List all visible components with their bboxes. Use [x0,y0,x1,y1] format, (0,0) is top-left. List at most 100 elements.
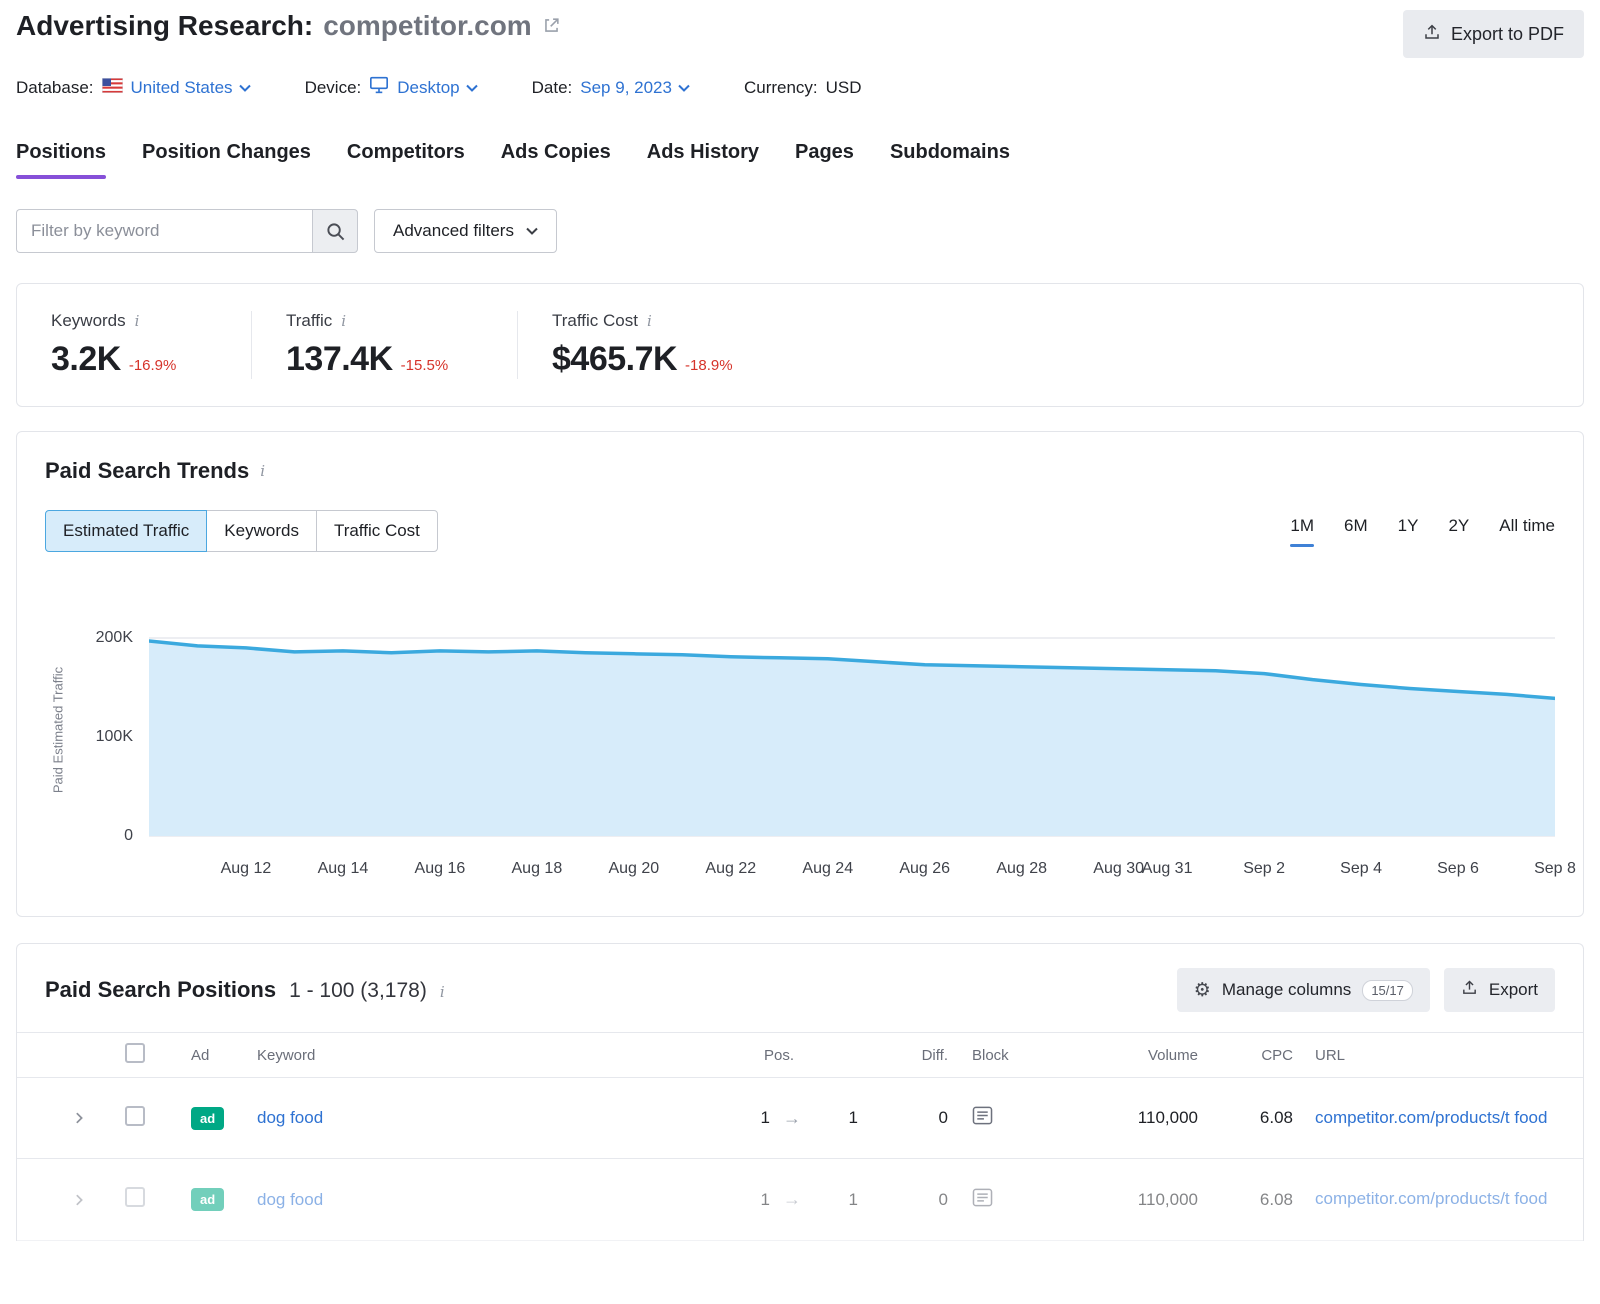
range-1y[interactable]: 1Y [1398,516,1419,547]
page-title: Advertising Research: competitor.com [16,10,561,42]
range-6m[interactable]: 6M [1344,516,1368,547]
date-value: Sep 9, 2023 [580,78,672,98]
positions-title: Paid Search Positions [45,977,276,1003]
time-range-group: 1M 6M 1Y 2Y All time [1290,516,1555,547]
topbar: Advertising Research: competitor.com Exp… [16,10,1584,58]
arrow-right-icon: → [770,1108,814,1129]
row-checkbox[interactable] [125,1187,145,1207]
tab-ads-history[interactable]: Ads History [647,141,759,179]
tab-ads-copies[interactable]: Ads Copies [501,141,611,179]
row-expand-chevron-icon[interactable] [47,1193,111,1207]
block-ad-icon[interactable] [972,1106,993,1125]
position-to: 1 [814,1108,858,1128]
stat-traffic-value: 137.4K [286,340,393,379]
advertising-research-page: Advertising Research: competitor.com Exp… [0,0,1600,1304]
manage-columns-label: Manage columns [1222,980,1351,1000]
keyword-filter-input[interactable] [16,209,312,253]
currency-label: Currency: [744,78,818,98]
info-icon[interactable]: i [135,312,140,330]
range-1m[interactable]: 1M [1290,516,1314,547]
date-select[interactable]: Sep 9, 2023 [580,78,690,98]
search-icon [326,222,345,241]
page-title-domain: competitor.com [323,10,531,42]
range-2y[interactable]: 2Y [1448,516,1469,547]
export-pdf-label: Export to PDF [1451,24,1564,45]
tab-position-changes[interactable]: Position Changes [142,141,311,179]
device-label: Device: [305,78,362,98]
paid-search-trends-card: Paid Search Trends i Estimated Traffic K… [16,431,1584,917]
export-pdf-button[interactable]: Export to PDF [1403,10,1584,58]
stat-traffic-change: -15.5% [401,357,449,374]
export-button[interactable]: Export [1444,968,1555,1012]
upload-icon [1423,23,1441,46]
column-header-url: URL [1293,1047,1583,1064]
advanced-filters-button[interactable]: Advanced filters [374,209,557,253]
chevron-down-icon [239,84,251,92]
row-checkbox[interactable] [125,1106,145,1126]
tab-positions[interactable]: Positions [16,141,106,179]
advanced-filters-label: Advanced filters [393,221,514,241]
database-label: Database: [16,78,94,98]
currency-value: USD [826,78,862,98]
row-expand-chevron-icon[interactable] [47,1111,111,1125]
column-header-cpc: CPC [1198,1047,1293,1064]
stat-keywords-label: Keywords [51,311,126,331]
stat-traffic-cost-value: $465.7K [552,340,677,379]
tab-subdomains[interactable]: Subdomains [890,141,1010,179]
search-button[interactable] [312,209,358,253]
table-row: ad dog food 1 → 1 0 110,000 6.08 competi… [17,1078,1583,1159]
date-label: Date: [532,78,573,98]
device-select[interactable]: Desktop [397,78,477,98]
positions-range-text: 1 - 100 (3,178) [289,979,427,1003]
info-icon[interactable]: i [260,462,265,480]
keyword-filter-box [16,209,358,253]
table-header-row: Ad Keyword Pos. Diff. Block Volume CPC U… [17,1032,1583,1078]
trend-controls: Estimated Traffic Keywords Traffic Cost … [45,510,1555,552]
database-select[interactable]: United States [131,78,251,98]
stat-traffic-cost-change: -18.9% [685,357,733,374]
trend-chart-zone: Paid Estimated Traffic 200K100K0 [45,610,1555,850]
column-header-block: Block [948,1047,1058,1064]
cpc-value: 6.08 [1198,1108,1293,1128]
volume-value: 110,000 [1058,1190,1198,1210]
database-filter: Database: United States [16,78,251,98]
date-filter: Date: Sep 9, 2023 [532,78,690,98]
arrow-right-icon: → [770,1189,814,1210]
info-icon[interactable]: i [341,312,346,330]
ad-badge: ad [191,1188,224,1211]
stat-keywords-change: -16.9% [129,357,177,374]
y-axis-label: Paid Estimated Traffic [45,610,71,850]
toggle-keywords[interactable]: Keywords [206,510,317,552]
paid-search-positions-card: Paid Search Positions 1 - 100 (3,178) i … [16,943,1584,1241]
trends-title: Paid Search Trends [45,458,249,484]
search-row: Advanced filters [16,209,1584,253]
columns-count-badge: 15/17 [1362,980,1413,1001]
info-icon[interactable]: i [647,312,652,330]
filter-row: Database: United States Device: Desktop … [16,76,1584,99]
column-header-keyword: Keyword [251,1047,700,1064]
column-header-ad: Ad [171,1047,251,1064]
manage-columns-button[interactable]: ⚙ Manage columns 15/17 [1177,968,1430,1012]
keyword-link[interactable]: dog food [257,1190,323,1209]
block-ad-icon[interactable] [972,1188,993,1207]
keyword-link[interactable]: dog food [257,1108,323,1127]
stat-keywords-value: 3.2K [51,340,121,379]
chevron-down-icon [526,227,538,235]
stat-traffic-label: Traffic [286,311,332,331]
select-all-checkbox[interactable] [125,1043,145,1063]
chevron-down-icon [466,84,478,92]
tab-competitors[interactable]: Competitors [347,141,465,179]
chevron-down-icon [678,84,690,92]
external-link-icon[interactable] [542,10,561,42]
tab-pages[interactable]: Pages [795,141,854,179]
url-link[interactable]: competitor.com/products/t food [1315,1189,1547,1208]
trend-area-chart [149,610,1555,850]
toggle-estimated-traffic[interactable]: Estimated Traffic [45,510,207,552]
export-label: Export [1489,980,1538,1000]
desktop-monitor-icon [369,76,389,99]
info-icon[interactable]: i [440,983,445,1001]
toggle-traffic-cost[interactable]: Traffic Cost [316,510,438,552]
column-header-pos: Pos. [700,1047,858,1064]
range-all-time[interactable]: All time [1499,516,1555,547]
url-link[interactable]: competitor.com/products/t food [1315,1108,1547,1127]
